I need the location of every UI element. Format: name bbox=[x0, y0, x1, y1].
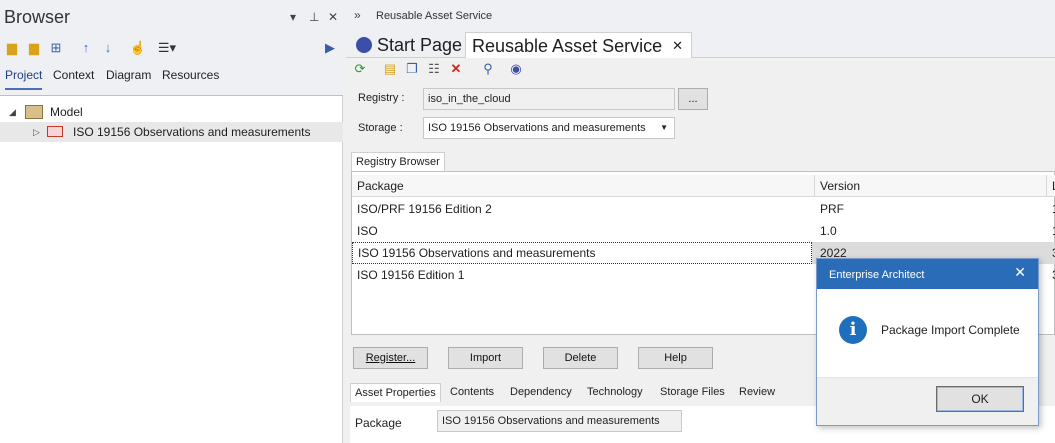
close-icon[interactable]: ✕ bbox=[328, 10, 338, 24]
storage-label: Storage : bbox=[358, 122, 403, 134]
delete-icon[interactable]: ✕ bbox=[448, 61, 464, 77]
tree-item-label: ISO 19156 Observations and measurements bbox=[73, 125, 311, 139]
checklist-icon[interactable]: ☷ bbox=[426, 61, 442, 77]
cell-version: PRF bbox=[820, 202, 844, 216]
menu-icon[interactable]: ☰▾ bbox=[154, 40, 180, 56]
table-row[interactable]: ISO/PRF 19156 Edition 2 PRF 1 bbox=[352, 198, 1055, 220]
tab-asset-properties[interactable]: Asset Properties bbox=[350, 383, 441, 402]
column-header-package[interactable]: Package bbox=[352, 175, 815, 197]
dialog-message: Package Import Complete bbox=[881, 323, 1020, 337]
registry-field[interactable]: iso_in_the_cloud bbox=[423, 88, 675, 110]
browser-titlebar: Browser ▾ ⊥ ✕ bbox=[0, 0, 343, 36]
registry-browse-button[interactable]: ... bbox=[678, 88, 708, 110]
breadcrumb: » Reusable Asset Service bbox=[346, 0, 1055, 30]
tab-technology[interactable]: Technology bbox=[587, 386, 643, 398]
register-button[interactable]: Register... bbox=[353, 347, 428, 369]
document-tabs: Start Page Reusable Asset Service ✕ bbox=[346, 30, 1055, 58]
close-tab-icon[interactable]: ✕ bbox=[672, 33, 683, 59]
cell-version: 1.0 bbox=[820, 224, 837, 238]
tree-item-label: Model bbox=[50, 105, 83, 119]
storage-select[interactable]: ISO 19156 Observations and measurements … bbox=[423, 117, 675, 139]
browser-title: Browser bbox=[4, 7, 71, 27]
tab-registry-browser[interactable]: Registry Browser bbox=[351, 152, 445, 171]
expand-right-icon[interactable]: ▶ bbox=[322, 40, 338, 56]
tab-start-page[interactable]: Start Page bbox=[350, 32, 468, 58]
dropdown-arrow-icon[interactable]: ▾ bbox=[290, 10, 296, 24]
package-value: ISO 19156 Observations and measurements bbox=[442, 415, 660, 427]
package-value-field[interactable]: ISO 19156 Observations and measurements bbox=[437, 410, 682, 432]
cell-package: ISO bbox=[357, 224, 378, 238]
hierarchy-icon[interactable]: ⊞ bbox=[48, 40, 64, 56]
browser-tabs: Project Context Diagram Resources bbox=[0, 62, 343, 96]
tab-resources[interactable]: Resources bbox=[162, 68, 219, 88]
chevron-down-icon: ▼ bbox=[660, 123, 668, 132]
dialog-title: Enterprise Architect bbox=[829, 269, 925, 281]
help-button[interactable]: Help bbox=[638, 347, 713, 369]
move-down-icon[interactable]: ↓ bbox=[100, 40, 116, 56]
browser-pane: Browser ▾ ⊥ ✕ ▆ ▆ ⊞ ↑ ↓ ☝ ☰▾ ▶ Project C… bbox=[0, 0, 343, 443]
new-document-icon[interactable]: ▤ bbox=[382, 61, 398, 77]
cell-extra: 3 bbox=[1047, 264, 1055, 286]
package-label: Package bbox=[355, 416, 402, 430]
tree-item-package[interactable]: ▷ ISO 19156 Observations and measurement… bbox=[0, 122, 343, 142]
tab-review[interactable]: Review bbox=[739, 386, 775, 398]
info-icon: i bbox=[839, 316, 867, 344]
double-chevron-icon[interactable]: » bbox=[354, 8, 361, 22]
breadcrumb-label: Reusable Asset Service bbox=[376, 10, 493, 22]
table-row[interactable]: ISO 1.0 1 bbox=[352, 220, 1055, 242]
copy-icon[interactable]: ❐ bbox=[404, 61, 420, 77]
tab-project[interactable]: Project bbox=[5, 68, 43, 90]
help-circle-icon[interactable]: ◉ bbox=[508, 61, 524, 77]
tab-contents[interactable]: Contents bbox=[450, 386, 494, 398]
hand-icon[interactable]: ☝ bbox=[130, 40, 146, 56]
dialog-footer: OK bbox=[817, 377, 1038, 425]
cell-package: ISO/PRF 19156 Edition 2 bbox=[357, 202, 492, 216]
cell-extra: 3 bbox=[1047, 242, 1055, 264]
tab-diagram[interactable]: Diagram bbox=[106, 68, 151, 88]
cell-extra: 1 bbox=[1047, 198, 1055, 220]
refresh-icon[interactable]: ⟳ bbox=[352, 61, 368, 77]
tab-reusable-asset-service[interactable]: Reusable Asset Service ✕ bbox=[465, 32, 692, 58]
browser-toolbar: ▆ ▆ ⊞ ↑ ↓ ☝ ☰▾ ▶ bbox=[0, 36, 343, 62]
start-page-icon bbox=[356, 37, 372, 53]
dialog-body: i Package Import Complete bbox=[817, 289, 1038, 379]
package-icon bbox=[47, 126, 63, 137]
model-icon bbox=[25, 105, 43, 119]
storage-value: ISO 19156 Observations and measurements bbox=[428, 122, 646, 134]
cell-package: ISO 19156 Edition 1 bbox=[357, 268, 465, 282]
folder-icon[interactable]: ▆ bbox=[26, 40, 42, 56]
registry-label: Registry : bbox=[358, 92, 405, 104]
tree-item-model[interactable]: ◢ Model bbox=[0, 102, 343, 122]
close-icon[interactable]: ✕ bbox=[1014, 264, 1026, 281]
pin-icon[interactable]: ⊥ bbox=[309, 10, 319, 24]
tab-storage-files[interactable]: Storage Files bbox=[660, 386, 725, 398]
import-button[interactable]: Import bbox=[448, 347, 523, 369]
message-dialog: Enterprise Architect ✕ i Package Import … bbox=[816, 258, 1039, 426]
tab-context[interactable]: Context bbox=[53, 68, 94, 88]
column-header-extra[interactable]: L bbox=[1047, 175, 1055, 197]
dialog-titlebar: Enterprise Architect ✕ bbox=[817, 259, 1038, 289]
delete-button[interactable]: Delete bbox=[543, 347, 618, 369]
move-up-icon[interactable]: ↑ bbox=[78, 40, 94, 56]
column-header-version[interactable]: Version bbox=[815, 175, 1047, 197]
new-folder-icon[interactable]: ▆ bbox=[4, 40, 20, 56]
cell-extra: 1 bbox=[1047, 220, 1055, 242]
registry-value: iso_in_the_cloud bbox=[428, 93, 511, 105]
tab-dependency[interactable]: Dependency bbox=[510, 386, 572, 398]
expand-triangle-icon[interactable]: ▷ bbox=[33, 122, 40, 142]
search-icon[interactable]: ⚲ bbox=[480, 61, 496, 77]
main-toolbar: ⟳ ▤ ❐ ☷ ✕ ⚲ ◉ bbox=[346, 58, 1055, 82]
tab-label: Reusable Asset Service bbox=[472, 36, 663, 56]
collapse-triangle-icon[interactable]: ◢ bbox=[9, 102, 16, 122]
tab-label: Start Page bbox=[377, 35, 463, 55]
ok-button[interactable]: OK bbox=[936, 386, 1024, 412]
cell-package: ISO 19156 Observations and measurements bbox=[352, 242, 812, 264]
grid-header: Package Version L bbox=[352, 175, 1055, 197]
